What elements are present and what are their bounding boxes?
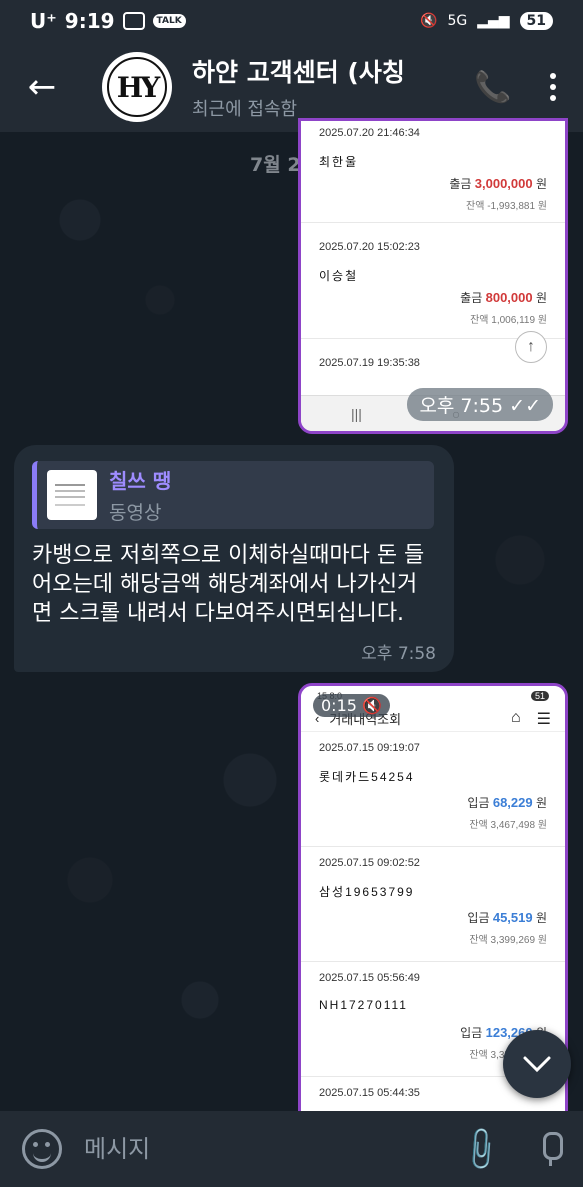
carrier-label: U⁺ <box>30 9 57 33</box>
recents-icon: ||| <box>351 405 362 422</box>
chat-title-area[interactable]: 하얀 고객센터 (사칭 최근에 접속함 <box>192 53 463 121</box>
video-duration: 0:15 🔇 <box>313 694 390 717</box>
video-thumbnail <box>47 470 97 520</box>
paperclip-icon[interactable]: 📎 <box>455 1123 506 1174</box>
tx-name: 이승철 <box>319 269 359 283</box>
tx-name: 최한울 <box>319 155 359 169</box>
emoji-icon[interactable] <box>22 1129 62 1169</box>
tx-date: 2025.07.20 15:02:23 <box>319 241 420 253</box>
tx-amount: 출금 3,000,000 원 <box>449 176 547 191</box>
message-text: 카뱅으로 저희쪽으로 이체하실때마다 돈 들어오는데 해당금액 해당계좌에서 나… <box>32 543 425 626</box>
gallery-icon <box>122 12 145 30</box>
tx-date: 2025.07.19 19:35:38 <box>319 357 420 369</box>
screenshot-message-1[interactable]: 2025.07.20 21:46:34 최한울 출금 3,000,000 원 잔… <box>298 118 568 434</box>
scroll-up-icon: ↑ <box>515 331 547 363</box>
reply-media-type: 동영상 <box>109 502 162 524</box>
kakaotalk-badge: TALK <box>152 14 186 28</box>
message-input[interactable] <box>84 1135 462 1163</box>
message-time: 오후 7:58 <box>361 644 436 664</box>
avatar-logo-text: HY <box>116 70 160 104</box>
clock: 9:19 <box>64 9 115 33</box>
signal-icon: ▂▄▆ <box>477 13 510 29</box>
list-item: 2025.07.20 21:46:34 최한울 출금 3,000,000 원 잔… <box>301 121 565 223</box>
status-bar: U⁺ 9:19 TALK 🔇 5G ▂▄▆ 51 <box>0 0 583 42</box>
tx-balance: 잔액 1,006,119 원 <box>470 315 547 326</box>
reply-preview[interactable]: 칠쓰 땡 동영상 <box>32 461 434 529</box>
tx-date: 2025.07.20 21:46:34 <box>319 127 420 139</box>
list-item: 2025.07.15 09:19:07 롯데카드54254 입금 68,229 … <box>301 732 565 847</box>
message-time: 오후 7:55 ✓✓ <box>407 388 553 421</box>
phone-call-icon[interactable]: 📞 <box>463 70 523 105</box>
tx-amount: 출금 800,000 원 <box>460 290 547 305</box>
more-menu-icon[interactable] <box>523 73 583 101</box>
list-item: 2025.07.15 09:02:52 삼성19653799 입금 45,519… <box>301 847 565 962</box>
list-item: 2025.07.20 15:02:23 이승철 출금 800,000 원 잔액 … <box>301 223 565 339</box>
tx-balance: 잔액 -1,993,881 원 <box>466 201 547 212</box>
chat-title: 하얀 고객센터 (사칭 <box>192 58 405 87</box>
network-label: 5G <box>447 13 468 29</box>
battery-badge: 51 <box>519 12 553 30</box>
telegram-chat-screen: { "status_bar": { "carrier": "U⁺", "time… <box>0 0 583 1187</box>
mute-icon: 🔇 <box>420 13 438 29</box>
back-arrow-icon[interactable]: ← <box>0 42 84 132</box>
message-composer: 📎 <box>0 1111 583 1187</box>
home-icon: ⌂ <box>510 708 521 726</box>
hamburger-icon: ☰ <box>536 710 551 728</box>
chevron-down-icon <box>523 1056 551 1073</box>
avatar[interactable]: HY <box>102 52 172 122</box>
reply-sender-name: 칠쓰 땡 <box>109 469 172 493</box>
scroll-down-button[interactable] <box>503 1030 571 1098</box>
incoming-message[interactable]: 칠쓰 땡 동영상 카뱅으로 저희쪽으로 이체하실때마다 돈 들어오는데 해당금액… <box>14 445 454 672</box>
microphone-icon[interactable] <box>539 1132 563 1166</box>
